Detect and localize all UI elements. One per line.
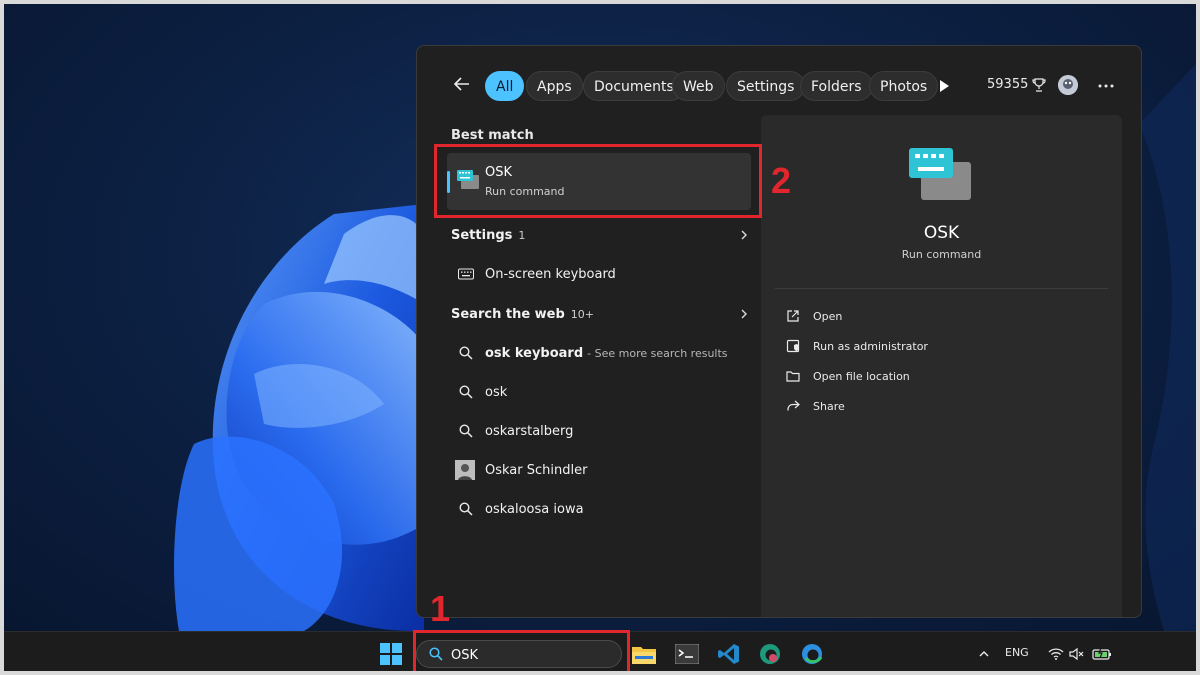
action-label: Open <box>813 309 843 323</box>
web-count: 10+ <box>570 307 595 321</box>
search-icon <box>457 500 475 518</box>
filter-web[interactable]: Web <box>672 71 725 101</box>
osk-large-icon <box>909 148 971 206</box>
share-icon <box>785 398 801 414</box>
preview-title: OSK <box>923 223 960 243</box>
action-label: Open file location <box>813 369 910 383</box>
annotation-box-search <box>413 630 630 671</box>
filter-folders[interactable]: Folders <box>800 71 873 101</box>
filter-all[interactable]: All <box>485 71 525 101</box>
vscode-icon <box>718 644 739 664</box>
action-label: Share <box>813 399 845 413</box>
web-heading: Search the web <box>451 306 565 322</box>
action-run-as-admin[interactable]: Run as administrator <box>785 335 928 357</box>
filter-bar: All Apps Documents Web Settings Folders … <box>417 46 1141 116</box>
settings-item-label: On-screen keyboard <box>485 266 616 282</box>
web-result-label: oskaloosa iowa <box>485 501 584 517</box>
avatar-icon <box>1058 75 1078 95</box>
search-icon <box>457 422 475 440</box>
settings-count: 1 <box>518 228 526 242</box>
windows-logo-icon <box>380 643 402 665</box>
chevron-up-icon <box>979 651 989 657</box>
filter-apps[interactable]: Apps <box>526 71 583 101</box>
keyboard-icon <box>457 265 475 283</box>
person-photo <box>455 460 475 480</box>
web-result-label: osk keyboard <box>485 345 584 361</box>
rewards-points[interactable]: 59355 <box>987 77 1046 92</box>
battery-charging-icon <box>1092 647 1111 660</box>
annotation-number-2: 2 <box>771 160 792 201</box>
web-result-item[interactable]: oskaloosa iowa <box>457 492 757 526</box>
more-options-button[interactable] <box>1096 78 1116 94</box>
chevron-right-icon <box>741 309 747 319</box>
web-section-header[interactable]: Search the web 10+ <box>451 297 751 331</box>
search-panel: All Apps Documents Web Settings Folders … <box>416 45 1142 618</box>
start-button[interactable] <box>376 639 406 669</box>
action-share[interactable]: Share <box>785 395 845 417</box>
action-open[interactable]: Open <box>785 305 842 327</box>
edge-canary-button[interactable] <box>755 639 785 669</box>
divider <box>775 288 1108 289</box>
battery-status[interactable] <box>1087 639 1117 669</box>
settings-section-header[interactable]: Settings 1 <box>451 218 751 252</box>
filter-documents[interactable]: Documents <box>583 71 685 101</box>
chevron-right-icon <box>741 230 747 240</box>
terminal-button[interactable] <box>672 639 702 669</box>
file-explorer-button[interactable] <box>629 639 659 669</box>
web-result-item[interactable]: oskarstalberg <box>457 414 757 448</box>
preview-subtitle: Run command <box>901 248 982 261</box>
profile-avatar[interactable] <box>1058 75 1078 95</box>
web-result-item[interactable]: Oskar Schindler <box>455 453 755 487</box>
web-result-item[interactable]: osk keyboard - See more search results <box>457 336 757 370</box>
play-icon <box>940 80 949 92</box>
open-external-icon <box>785 308 801 324</box>
file-explorer-icon <box>632 647 656 664</box>
web-result-label: osk <box>485 384 508 400</box>
settings-item-onscreen-keyboard[interactable]: On-screen keyboard <box>457 257 757 291</box>
best-match-heading: Best match <box>451 128 534 143</box>
annotation-box-best-match <box>434 144 762 218</box>
vscode-button[interactable] <box>714 639 744 669</box>
action-open-file-location[interactable]: Open file location <box>785 365 910 387</box>
action-label: Run as administrator <box>813 339 928 353</box>
ellipsis-icon <box>1098 84 1114 88</box>
edge-icon <box>802 644 823 664</box>
settings-heading: Settings <box>451 227 513 243</box>
admin-shield-icon <box>785 338 801 354</box>
points-value: 59355 <box>987 77 1029 92</box>
filter-photos[interactable]: Photos <box>869 71 939 101</box>
web-result-item[interactable]: osk <box>457 375 757 409</box>
preview-pane: OSK Run command Open Run as administrato… <box>761 115 1122 617</box>
arrow-left-icon <box>453 77 469 91</box>
show-hidden-icons-button[interactable] <box>969 639 999 669</box>
search-icon <box>457 383 475 401</box>
language-indicator[interactable]: ENG <box>1005 646 1029 659</box>
screenshot-frame: All Apps Documents Web Settings Folders … <box>0 0 1200 675</box>
edge-button[interactable] <box>797 639 827 669</box>
trophy-icon <box>1032 77 1046 92</box>
search-icon <box>457 344 475 362</box>
folder-icon <box>785 368 801 384</box>
terminal-icon <box>675 644 699 664</box>
web-result-suffix: - See more search results <box>587 346 728 360</box>
web-result-label: oskarstalberg <box>485 423 574 439</box>
edge-icon <box>760 644 780 664</box>
filter-settings[interactable]: Settings <box>726 71 806 101</box>
more-filters-button[interactable] <box>935 77 953 95</box>
annotation-number-1: 1 <box>430 588 451 629</box>
volume-muted-icon <box>1069 647 1084 661</box>
back-button[interactable] <box>449 71 475 97</box>
web-result-label: Oskar Schindler <box>485 462 588 478</box>
